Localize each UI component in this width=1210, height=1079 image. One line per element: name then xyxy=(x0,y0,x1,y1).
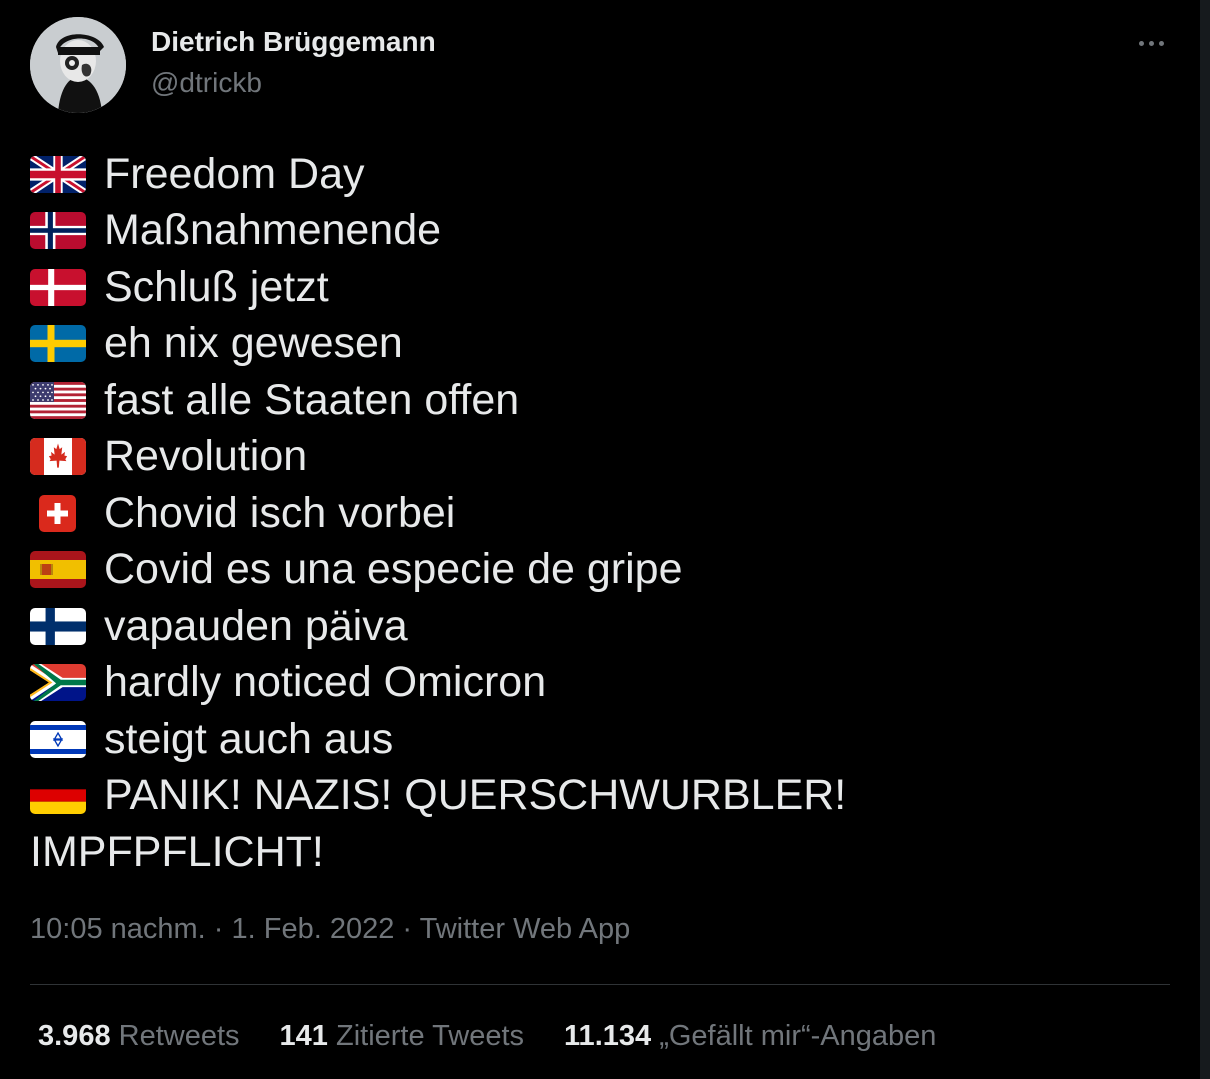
canada-flag-icon xyxy=(30,438,86,476)
tweet-body: Freedom Day Maßnahmenende Schluß jetzt e… xyxy=(30,146,846,881)
tweet-line: Revolution xyxy=(30,429,846,486)
tweet-line: steigt auch aus xyxy=(30,711,846,768)
tweet-line: Schluß jetzt xyxy=(30,259,846,316)
divider xyxy=(30,984,1170,985)
norway-flag-icon xyxy=(30,212,86,250)
tweet-line-text: Revolution xyxy=(104,432,308,481)
meta-separator: · xyxy=(205,913,232,945)
tweet-line: vapauden päiva xyxy=(30,598,846,655)
author-name[interactable]: Dietrich Brüggemann xyxy=(151,26,436,58)
finland-flag-icon xyxy=(30,607,86,645)
meta-separator: · xyxy=(394,913,420,945)
retweets-count: 3.968 xyxy=(38,1020,111,1052)
likes-stat[interactable]: 11.134 „Gefällt mir“-Angaben xyxy=(564,1020,936,1053)
tweet-line-text: fast alle Staaten offen xyxy=(104,375,520,424)
switzerland-flag-icon xyxy=(39,494,76,532)
window-edge xyxy=(1200,0,1210,1079)
tweet-line-text: Freedom Day xyxy=(104,149,365,198)
usa-flag-icon xyxy=(30,381,86,419)
tweet-time[interactable]: 10:05 nachm. xyxy=(30,913,206,945)
tweet-line: PANIK! NAZIS! QUERSCHWURBLER! xyxy=(30,768,846,825)
tweet-line: Maßnahmenende xyxy=(30,203,846,260)
tweet-line: Freedom Day xyxy=(30,146,846,203)
dot xyxy=(1148,40,1154,46)
likes-label: „Gefällt mir“-Angaben xyxy=(659,1020,937,1052)
tweet-line: hardly noticed Omicron xyxy=(30,655,846,712)
avatar-photo xyxy=(30,17,126,113)
germany-flag-icon xyxy=(30,777,86,815)
dot xyxy=(1138,40,1144,46)
tweet-source[interactable]: Twitter Web App xyxy=(420,913,631,945)
denmark-flag-icon xyxy=(30,268,86,306)
dot xyxy=(1158,40,1164,46)
tweet-line-text: steigt auch aus xyxy=(104,714,394,763)
quote-tweets-stat[interactable]: 141 Zitierte Tweets xyxy=(280,1020,525,1053)
tweet-line-text: vapauden päiva xyxy=(104,601,408,650)
likes-count: 11.134 xyxy=(564,1020,652,1052)
avatar[interactable] xyxy=(30,17,126,113)
uk-flag-icon xyxy=(30,155,86,193)
spain-flag-icon xyxy=(30,551,86,589)
tweet-line-text: eh nix gewesen xyxy=(104,319,403,368)
sweden-flag-icon xyxy=(30,325,86,363)
tweet-line-text: Maßnahmenende xyxy=(104,206,442,255)
tweet-line: Chovid isch vorbei xyxy=(30,485,846,542)
tweet-date[interactable]: 1. Feb. 2022 xyxy=(232,913,395,945)
tweet-line-text: hardly noticed Omicron xyxy=(104,658,547,707)
tweet-line-continuation: IMPFPFLICHT! xyxy=(30,827,324,876)
tweet-line-text: Covid es una especie de gripe xyxy=(104,545,683,594)
tweet-line: Covid es una especie de gripe xyxy=(30,542,846,599)
tweet-meta: 10:05 nachm. · 1. Feb. 2022 · Twitter We… xyxy=(30,913,630,946)
south-africa-flag-icon xyxy=(30,664,86,702)
tweet-line: eh nix gewesen xyxy=(30,316,846,373)
israel-flag-icon xyxy=(30,720,86,758)
tweet-line-text: PANIK! NAZIS! QUERSCHWURBLER! xyxy=(104,771,847,820)
tweet-line-text: Schluß jetzt xyxy=(104,262,329,311)
tweet-line: fast alle Staaten offen xyxy=(30,372,846,429)
tweet-line-text: Chovid isch vorbei xyxy=(104,488,456,537)
quote-tweets-count: 141 xyxy=(279,1020,328,1052)
tweet-stats: 3.968 Retweets 141 Zitierte Tweets 11.13… xyxy=(38,1020,976,1053)
retweets-stat[interactable]: 3.968 Retweets xyxy=(38,1020,240,1053)
quote-tweets-label: Zitierte Tweets xyxy=(335,1020,525,1052)
retweets-label: Retweets xyxy=(118,1020,240,1052)
author-handle[interactable]: @dtrickb xyxy=(151,67,262,99)
more-options-icon[interactable] xyxy=(1131,28,1171,58)
